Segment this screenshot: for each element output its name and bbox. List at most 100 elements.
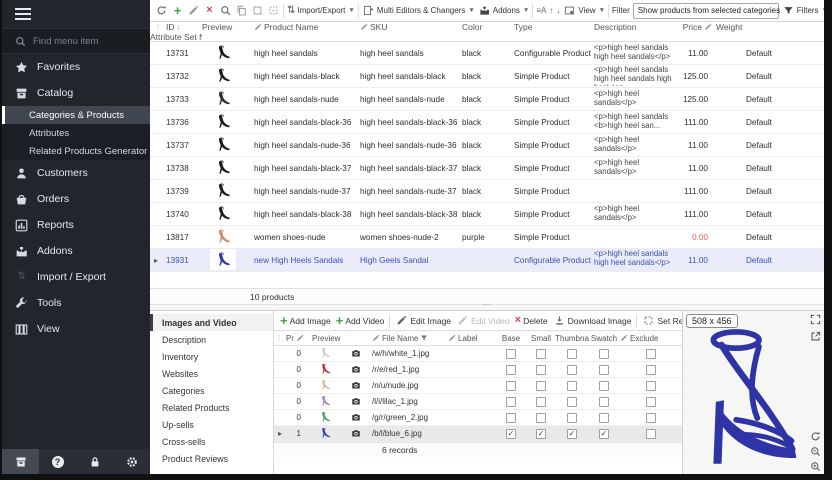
thumbnail-checkbox[interactable] [567, 397, 577, 407]
set-resize-rule-button[interactable]: Set Resize Rule [642, 314, 682, 327]
fullscreen-button[interactable] [810, 314, 821, 325]
sidebar-item-import-export[interactable]: ⇅ Import / Export [2, 264, 150, 290]
swatch-checkbox[interactable] [599, 349, 609, 359]
delete-product-button[interactable]: × [203, 4, 216, 17]
panel-splitter[interactable]: ⋯ [150, 304, 824, 311]
help-button[interactable]: ? [52, 456, 64, 468]
multi-editors-menu[interactable]: Multi Editors & Changers▼ [362, 4, 475, 17]
exclude-checkbox[interactable] [646, 397, 656, 407]
column-header-preview[interactable]: Preview [202, 22, 254, 32]
hamburger-menu-button[interactable] [2, 0, 150, 28]
base-checkbox[interactable] [506, 413, 516, 423]
column-header-id[interactable]: ID↓ [166, 22, 202, 32]
exclude-checkbox[interactable] [646, 365, 656, 375]
column-header-color[interactable]: Color [462, 22, 514, 32]
store-button[interactable] [2, 449, 39, 474]
small-checkbox[interactable] [536, 349, 546, 359]
filter-select[interactable]: Show products from selected categories▼ [633, 3, 779, 19]
product-row[interactable]: ▸ 13733 high heel sandals-nude high heel… [150, 88, 824, 111]
search-button[interactable] [219, 4, 232, 17]
sidebar-item-attributes[interactable]: Attributes [2, 124, 150, 142]
image-row[interactable]: ▸ 0 /l/i/lilac_1.jpg [274, 394, 682, 410]
image-row[interactable]: ▸ 0 /w/h/white_1.jpg [274, 346, 682, 362]
sidebar-item-addons[interactable]: Addons [2, 238, 150, 264]
column-header-type[interactable]: Type [514, 22, 594, 32]
edit-video-button[interactable]: Edit Video [456, 314, 510, 327]
base-checkbox[interactable] [506, 397, 516, 407]
image-row[interactable]: ▸ 0 /n/u/nude.jpg [274, 378, 682, 394]
menu-search-input[interactable]: Find menu item [2, 28, 150, 54]
detail-tab[interactable]: Categories [150, 382, 273, 399]
detail-tab[interactable]: Inventory [150, 348, 273, 365]
thumbnail-checkbox[interactable] [567, 365, 577, 375]
thumbnail-checkbox[interactable] [567, 349, 577, 359]
small-checkbox[interactable] [536, 413, 546, 423]
column-header-weight[interactable]: Weight [716, 22, 746, 32]
sidebar-item-favorites[interactable]: Favorites [2, 54, 150, 80]
edit-image-button[interactable]: Edit Image [395, 314, 451, 327]
thumbnail-checkbox[interactable] [567, 413, 577, 423]
product-row[interactable]: ▸ 13737 high heel sandals-nude-36 high h… [150, 134, 824, 157]
base-checkbox[interactable] [506, 381, 516, 391]
move-up-icon[interactable]: ↑ [549, 6, 553, 15]
image-row[interactable]: ▸ 0 /g/r/green_2.jpg [274, 410, 682, 426]
thumbnail-checkbox[interactable] [567, 381, 577, 391]
column-header-attribute-set[interactable]: Attribute Set Name [150, 32, 202, 42]
detail-tab[interactable]: Product Reviews [150, 450, 273, 467]
detail-tab[interactable]: Images and Video [150, 314, 273, 331]
view-menu[interactable]: View▼ [563, 4, 605, 17]
column-header-exclude[interactable]: Exclude [620, 334, 682, 343]
exclude-checkbox[interactable] [646, 349, 656, 359]
detail-tab[interactable]: Description [150, 331, 273, 348]
exclude-checkbox[interactable] [646, 381, 656, 391]
product-row[interactable]: ▸ 13738 high heel sandals-black-37 high … [150, 157, 824, 180]
move-down-icon[interactable]: ↓ [556, 6, 560, 15]
swatch-checkbox[interactable] [599, 413, 609, 423]
import-export-menu[interactable]: ⇅Import/Export▼ [287, 6, 355, 16]
download-image-button[interactable]: Download Image [553, 314, 632, 327]
base-checkbox[interactable] [506, 429, 516, 439]
edit-product-button[interactable] [187, 4, 200, 17]
column-header-base[interactable]: Base [502, 334, 520, 343]
zoom-in-button[interactable] [810, 461, 821, 472]
detail-tab[interactable]: Related Products [150, 399, 273, 416]
add-product-button[interactable]: + [171, 4, 184, 17]
product-row[interactable]: ▸ 13931 new High Heels Sandals High Geel… [150, 249, 824, 272]
product-row[interactable]: ▸ 13739 high heel sandals-nude-37 high h… [150, 180, 824, 203]
column-header-file-name[interactable]: File Name [372, 334, 448, 343]
product-row[interactable]: ▸ 13736 high heel sandals-black-36 high … [150, 111, 824, 134]
addons-menu[interactable]: Addons▼ [478, 4, 530, 17]
sidebar-item-orders[interactable]: Orders [2, 186, 150, 212]
sort-alphabetical-icon[interactable]: ≡A [536, 6, 546, 15]
image-row[interactable]: ▸ 0 /r/e/red_1.jpg [274, 362, 682, 378]
swatch-checkbox[interactable] [599, 429, 609, 439]
product-row[interactable]: ▸ 13731 high heel sandals high heel sand… [150, 42, 824, 65]
exclude-checkbox[interactable] [646, 429, 656, 439]
swatch-checkbox[interactable] [599, 365, 609, 375]
column-header-product-name[interactable]: Product Name [254, 22, 360, 32]
sidebar-item-reports[interactable]: Reports [2, 212, 150, 238]
sidebar-item-catalog[interactable]: Catalog [2, 80, 150, 106]
small-checkbox[interactable] [536, 365, 546, 375]
column-header-image-preview[interactable]: Preview [306, 334, 350, 343]
swatch-checkbox[interactable] [599, 397, 609, 407]
column-header-priority[interactable]: Pr [284, 334, 306, 343]
delete-image-button[interactable]: ×Delete [515, 315, 548, 326]
sidebar-item-tools[interactable]: Tools [2, 290, 150, 316]
detail-tab[interactable]: Websites [150, 365, 273, 382]
detail-tab[interactable]: Up-sells [150, 416, 273, 433]
column-header-label[interactable]: Label [448, 334, 496, 343]
column-header-thumbnail[interactable]: Thumbna [555, 334, 589, 343]
column-header-description[interactable]: Description [594, 22, 676, 32]
paste-special-button[interactable] [267, 4, 280, 17]
sidebar-item-view[interactable]: View [2, 316, 150, 342]
base-checkbox[interactable] [506, 349, 516, 359]
detail-tab[interactable]: Cross-sells [150, 433, 273, 450]
add-image-button[interactable]: +Add Image [280, 314, 331, 327]
filters-menu[interactable]: Filters▼ [782, 4, 824, 17]
product-row[interactable]: ▸ 13732 high heel sandals-black high hee… [150, 65, 824, 88]
base-checkbox[interactable] [506, 365, 516, 375]
splitter-handle-icon[interactable]: ⋯ [482, 300, 492, 309]
rotate-button[interactable] [810, 431, 821, 442]
column-header-small[interactable]: Small [531, 334, 551, 343]
